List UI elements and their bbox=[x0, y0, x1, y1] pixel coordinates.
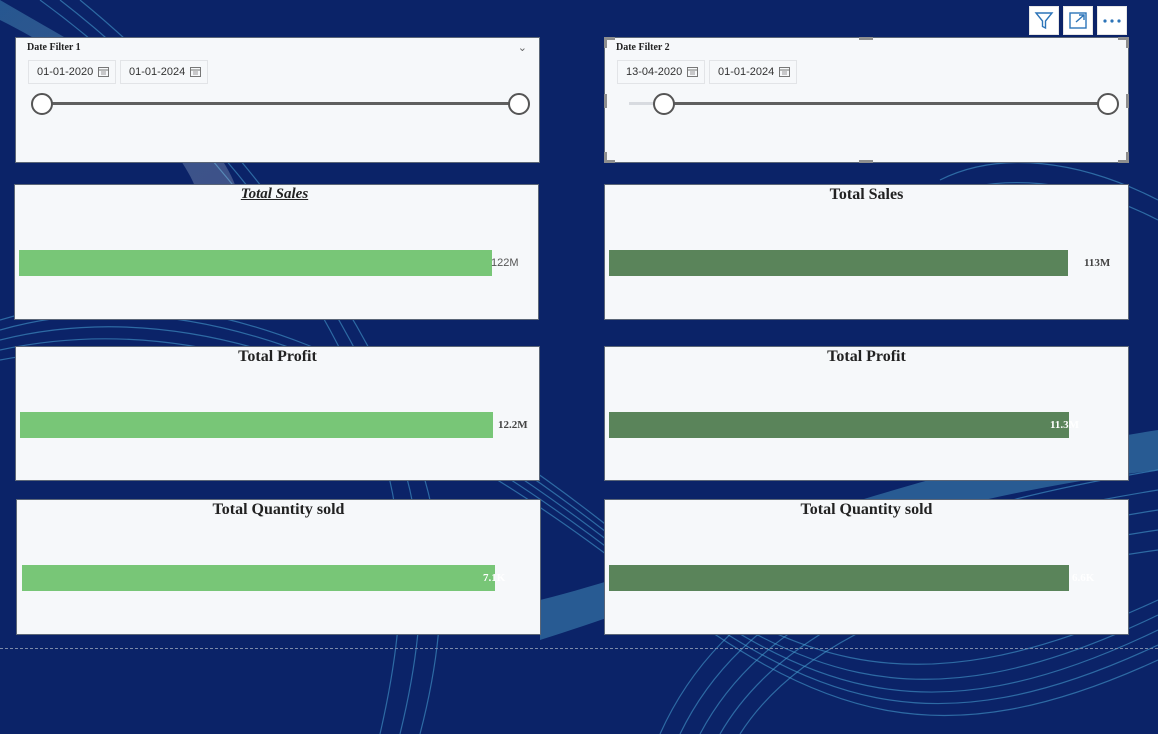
kpi-total-profit-right[interactable]: Total Profit 11.3M bbox=[604, 346, 1129, 481]
calendar-icon[interactable] bbox=[779, 66, 790, 77]
date-range-track[interactable] bbox=[665, 102, 1108, 105]
kpi-title: Total Quantity sold bbox=[800, 501, 933, 518]
focus-mode-button[interactable] bbox=[1063, 6, 1093, 35]
start-date-value: 01-01-2020 bbox=[37, 66, 94, 78]
kpi-bar[interactable] bbox=[609, 565, 1069, 591]
page-divider bbox=[0, 648, 1158, 649]
kpi-value-label: 11.3M bbox=[1050, 419, 1080, 431]
kpi-title: Total Sales bbox=[240, 186, 309, 202]
kpi-bar[interactable] bbox=[609, 412, 1069, 438]
kpi-title: Total Profit bbox=[827, 348, 906, 365]
kpi-total-sales-left[interactable]: Total Sales 122M bbox=[14, 184, 539, 320]
selection-handle[interactable] bbox=[859, 160, 873, 163]
date-range-track[interactable] bbox=[42, 102, 519, 105]
filter-icon bbox=[1034, 12, 1054, 30]
kpi-title: Total Profit bbox=[238, 348, 317, 365]
range-end-handle[interactable] bbox=[508, 93, 530, 115]
kpi-value-label: 122M bbox=[491, 257, 519, 269]
selection-handle[interactable] bbox=[604, 94, 607, 108]
kpi-value-label: 12.2M bbox=[498, 419, 528, 431]
slicer-title: Date Filter 1 bbox=[27, 42, 81, 53]
slicer-title: Date Filter 2 bbox=[616, 42, 670, 53]
kpi-title: Total Quantity sold bbox=[212, 501, 345, 518]
range-start-handle[interactable] bbox=[653, 93, 675, 115]
end-date-field[interactable]: 01-01-2024 bbox=[120, 60, 208, 84]
chevron-down-icon[interactable]: ⌄ bbox=[518, 41, 527, 54]
range-end-handle[interactable] bbox=[1097, 93, 1119, 115]
kpi-value-label: 7.1K bbox=[483, 572, 506, 584]
start-date-field[interactable]: 13-04-2020 bbox=[617, 60, 705, 84]
calendar-icon[interactable] bbox=[190, 66, 201, 77]
kpi-total-profit-left[interactable]: Total Profit 12.2M bbox=[15, 346, 540, 481]
start-date-field[interactable]: 01-01-2020 bbox=[28, 60, 116, 84]
kpi-bar[interactable] bbox=[22, 565, 495, 591]
kpi-value-label: 113M bbox=[1084, 257, 1111, 269]
kpi-bar[interactable] bbox=[20, 412, 493, 438]
date-filter-1: Date Filter 1 ⌄ 01-01-2020 01-01-2024 bbox=[15, 37, 540, 163]
selection-handle[interactable] bbox=[859, 37, 873, 40]
end-date-value: 01-01-2024 bbox=[129, 66, 186, 78]
selection-corner[interactable] bbox=[604, 152, 615, 163]
selection-corner[interactable] bbox=[1118, 37, 1129, 48]
kpi-total-quantity-left[interactable]: Total Quantity sold 7.1K bbox=[16, 499, 541, 635]
more-options-icon bbox=[1103, 19, 1121, 23]
more-options-button[interactable] bbox=[1097, 6, 1127, 35]
calendar-icon[interactable] bbox=[98, 66, 109, 77]
range-start-handle[interactable] bbox=[31, 93, 53, 115]
end-date-field[interactable]: 01-01-2024 bbox=[709, 60, 797, 84]
selection-corner[interactable] bbox=[604, 37, 615, 48]
calendar-icon[interactable] bbox=[687, 66, 698, 77]
kpi-bar[interactable] bbox=[609, 250, 1068, 276]
kpi-total-sales-right[interactable]: Total Sales 113M bbox=[604, 184, 1129, 320]
kpi-total-quantity-right[interactable]: Total Quantity sold 6.6K bbox=[604, 499, 1129, 635]
end-date-value: 01-01-2024 bbox=[718, 66, 775, 78]
filter-button[interactable] bbox=[1029, 6, 1059, 35]
focus-mode-icon bbox=[1069, 12, 1087, 29]
selection-corner[interactable] bbox=[1118, 152, 1129, 163]
kpi-value-label: 6.6K bbox=[1072, 572, 1095, 584]
date-filter-2: Date Filter 2 13-04-2020 01-01-2024 bbox=[604, 37, 1129, 163]
kpi-title: Total Sales bbox=[829, 186, 904, 203]
start-date-value: 13-04-2020 bbox=[626, 66, 683, 78]
selection-handle[interactable] bbox=[1126, 94, 1129, 108]
kpi-bar[interactable] bbox=[19, 250, 492, 276]
